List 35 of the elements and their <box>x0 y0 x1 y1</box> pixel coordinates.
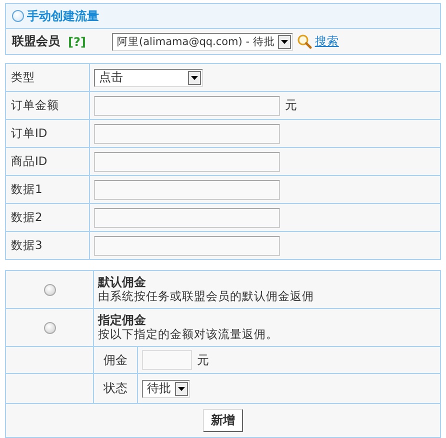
option-title: 指定佣金 <box>98 313 147 327</box>
option-title: 默认佣金 <box>98 275 147 289</box>
input-field[interactable] <box>94 124 280 144</box>
caret-icon <box>178 386 185 390</box>
search-icon[interactable] <box>296 34 312 49</box>
field-label: 佣金 <box>104 352 128 366</box>
field-label: 数据3 <box>11 238 42 252</box>
input-field[interactable] <box>94 152 280 172</box>
panel-title: 手动创建流量 <box>27 8 99 24</box>
option-description: 按以下指定的金额对该流量返佣。 <box>98 327 279 342</box>
input-field[interactable] <box>94 208 280 228</box>
field-label: 联盟会员 <box>12 33 60 50</box>
field-label: 订单金额 <box>11 98 59 112</box>
dropdown[interactable]: 点击 <box>94 68 203 86</box>
add-button[interactable]: 新增 <box>203 409 243 432</box>
input-field[interactable] <box>94 180 280 200</box>
option-description: 由系统按任务或联盟会员的默认佣金返佣 <box>98 289 315 304</box>
caret-icon <box>280 40 288 44</box>
radio-button[interactable] <box>44 322 56 334</box>
radio-button[interactable] <box>44 284 56 296</box>
unit-label: 元 <box>197 352 209 368</box>
search-link[interactable]: 搜索 <box>314 34 339 49</box>
circle-icon <box>12 10 24 22</box>
input-field[interactable] <box>94 96 280 116</box>
unit-label: 元 <box>285 97 297 114</box>
input-field[interactable] <box>94 236 280 256</box>
dropdown[interactable]: 待批 <box>142 380 190 398</box>
field-label: 数据2 <box>11 210 42 224</box>
field-label: 类型 <box>11 70 35 84</box>
dropdown[interactable]: 阿里(alimama@qq.com) - 待批 <box>112 32 293 50</box>
field-label: 订单ID <box>11 126 48 140</box>
caret-icon <box>191 76 198 80</box>
field-label: 数据1 <box>11 182 42 196</box>
field-label: 商品ID <box>11 154 48 168</box>
field-label: 状态 <box>104 381 128 395</box>
